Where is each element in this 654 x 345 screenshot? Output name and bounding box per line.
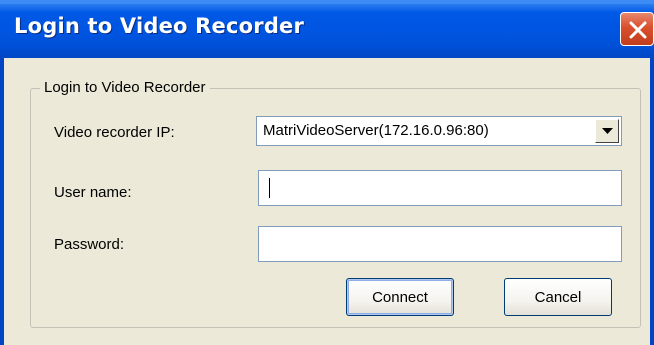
ip-select-value: MatriVideoServer(172.16.0.96:80) [263, 122, 489, 139]
cancel-button-label: Cancel [534, 288, 582, 306]
cancel-button[interactable]: Cancel [504, 278, 612, 316]
close-icon [629, 21, 647, 39]
title-bar-highlight [0, 0, 654, 4]
window-border-left [0, 58, 4, 345]
ip-select[interactable]: MatriVideoServer(172.16.0.96:80) [256, 116, 622, 146]
password-label: Password: [54, 236, 125, 253]
password-input[interactable] [259, 227, 621, 261]
chevron-down-icon [602, 128, 613, 134]
window-border-right [650, 58, 654, 345]
connect-button-label: Connect [372, 288, 428, 306]
group-box-title: Login to Video Recorder [40, 79, 210, 96]
username-field-box[interactable] [258, 170, 622, 206]
username-input[interactable] [259, 171, 621, 205]
ip-label: Video recorder IP: [54, 124, 175, 141]
username-label: User name: [54, 184, 132, 201]
connect-button[interactable]: Connect [346, 278, 454, 316]
close-button[interactable] [620, 12, 654, 46]
login-dialog: Login to Video Recorder Login to Video R… [0, 0, 654, 345]
text-cursor [269, 178, 270, 198]
password-field-box[interactable] [258, 226, 622, 262]
window-title: Login to Video Recorder [14, 14, 305, 38]
ip-dropdown-button[interactable] [595, 119, 619, 143]
title-bar[interactable]: Login to Video Recorder [0, 0, 654, 58]
